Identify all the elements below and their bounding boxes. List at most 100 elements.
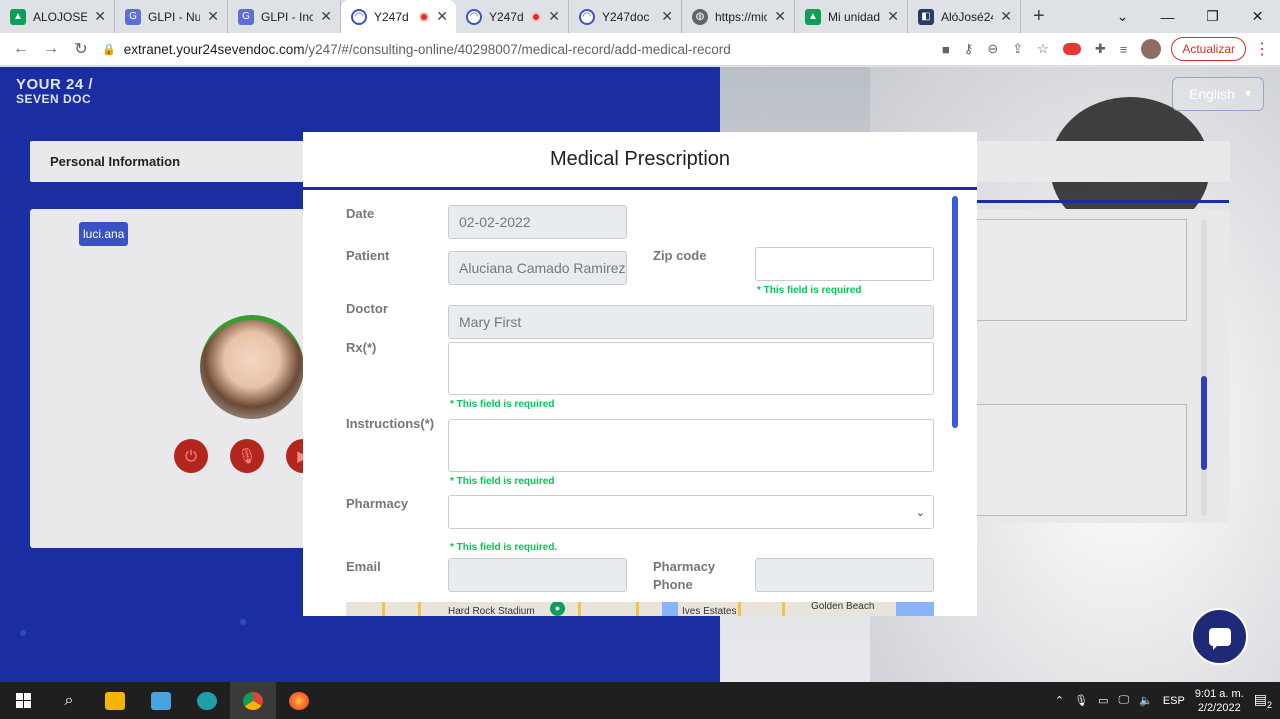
taskview-app-icon[interactable] [138, 682, 184, 719]
browser-tab[interactable]: ▲ Mi unidad ✕ [795, 0, 908, 33]
patient-field[interactable]: Aluciana Camado Ramirez [448, 251, 627, 285]
date-field[interactable]: 02-02-2022 [448, 205, 627, 239]
close-icon[interactable]: ✕ [774, 8, 786, 25]
pharmacy-phone-field[interactable] [755, 558, 934, 592]
alojose-icon: ◧ [918, 8, 934, 25]
rx-textarea[interactable] [448, 342, 934, 395]
chrome-icon[interactable] [230, 682, 276, 719]
language-indicator[interactable]: ESP [1163, 695, 1185, 707]
clock-time: 9:01 a. m. [1194, 687, 1244, 700]
user-tag: luci.ana [79, 222, 129, 246]
glpi-icon: G [238, 8, 254, 25]
browser-tab[interactable]: ▲ ALOJOSE2 ✕ [0, 0, 115, 33]
chevron-up-icon[interactable]: ⌃ [1055, 694, 1064, 707]
key-icon[interactable]: ⚷ [964, 41, 974, 57]
tab-search-icon[interactable]: ⌄ [1100, 8, 1145, 25]
zip-label: Zip code [653, 248, 707, 263]
reload-button[interactable]: ↻ [66, 39, 96, 59]
zoom-icon[interactable]: ⊖ [987, 41, 998, 57]
close-icon[interactable]: ✕ [207, 8, 219, 25]
logo[interactable]: YOUR 24 / SEVEN DOC [16, 77, 93, 107]
back-button[interactable]: ← [6, 40, 36, 58]
recording-icon [531, 11, 542, 22]
instructions-textarea[interactable] [448, 419, 934, 472]
close-icon[interactable]: ✕ [661, 8, 673, 25]
battery-icon[interactable]: ▭ [1098, 694, 1108, 707]
pharmacy-select[interactable]: ⌄ [448, 495, 934, 529]
network-icon[interactable]: 🖵 [1119, 694, 1130, 707]
profile-avatar[interactable] [1141, 39, 1162, 59]
edge-icon[interactable] [184, 682, 230, 719]
window-controls: ⌄ — ❐ ✕ [1100, 0, 1280, 33]
browser-tab-active[interactable]: ◠ Y247d ✕ [341, 0, 456, 33]
video-call-card: luci.ana ⏻ 🎙 ▶ [30, 209, 320, 548]
puzzle-icon[interactable]: ✚ [1095, 41, 1106, 57]
browser-tab[interactable]: G GLPI - Nue ✕ [115, 0, 228, 33]
browser-tab[interactable]: ◠ Y247doc ✕ [569, 0, 682, 33]
url-field[interactable]: 🔒 extranet.your24sevendoc.com/y247/#/con… [102, 42, 942, 57]
bookmark-star-icon[interactable]: ☆ [1037, 41, 1049, 57]
close-icon[interactable]: ✕ [1000, 8, 1012, 25]
instructions-label: Instructions(*) [346, 416, 435, 431]
page-content: YOUR 24 / SEVEN DOC English ▼ Personal I… [0, 67, 1280, 682]
close-icon[interactable]: ✕ [320, 8, 332, 25]
close-icon[interactable]: ✕ [436, 8, 448, 25]
url-host: extranet.your24sevendoc.com [123, 41, 305, 57]
camera-icon[interactable]: ■ [942, 42, 950, 57]
instructions-error: * This field is required [450, 476, 555, 487]
browser-tab-strip: ▲ ALOJOSE2 ✕ G GLPI - Nue ✕ G GLPI - Inc… [0, 0, 1280, 33]
chat-bubble-icon [1208, 627, 1231, 650]
close-window-button[interactable]: ✕ [1235, 8, 1280, 25]
forward-button[interactable]: → [36, 40, 66, 58]
share-icon[interactable]: ⇪ [1012, 41, 1023, 57]
notes-textarea-2[interactable] [975, 404, 1187, 516]
modal-scrollbar-thumb[interactable] [952, 196, 958, 428]
zip-code-input[interactable] [755, 247, 934, 281]
notifications-icon[interactable]: ▤2 [1254, 691, 1272, 710]
lock-icon: 🔒 [102, 43, 116, 56]
new-tab-button[interactable]: + [1033, 5, 1045, 28]
notes-textarea[interactable] [975, 219, 1187, 321]
windows-taskbar: ⌕ ⌃ 🎙 ▭ 🖵 🔈 ESP 9:01 a. m. 2/2/2022 ▤2 [0, 682, 1280, 719]
close-icon[interactable]: ✕ [548, 8, 560, 25]
chevron-down-icon: ⌄ [915, 506, 925, 519]
pharmacy-map[interactable]: Hard Rock Stadium ● Ives Estates Golden … [346, 602, 934, 616]
mute-mic-button[interactable]: 🎙 [230, 439, 264, 473]
doctor-field[interactable]: Mary First [448, 305, 934, 339]
volume-icon[interactable]: 🔈 [1139, 694, 1153, 707]
kebab-menu-icon[interactable]: ⋮ [1254, 39, 1270, 59]
medical-prescription-modal: Medical Prescription Date 02-02-2022 Pat… [303, 132, 977, 616]
language-label: English [1189, 86, 1235, 102]
tab-label: ALOJOSE2 [33, 9, 88, 24]
browser-tab[interactable]: G GLPI - Inci ✕ [228, 0, 341, 33]
scrollbar-track[interactable] [1201, 219, 1207, 516]
browser-tab[interactable]: ◧ AlóJosé24 ✕ [908, 0, 1021, 33]
map-pin-icon[interactable]: ● [550, 602, 565, 616]
search-icon[interactable]: ⌕ [46, 682, 92, 719]
extension-icon[interactable] [1062, 43, 1081, 55]
browser-tab[interactable]: ◍ https://mic ✕ [682, 0, 795, 33]
language-select[interactable]: English ▼ [1172, 77, 1264, 111]
update-button[interactable]: Actualizar [1171, 37, 1246, 61]
media-icon[interactable]: ≡ [1120, 42, 1128, 57]
scrollbar-thumb[interactable] [1201, 376, 1207, 470]
microphone-icon[interactable]: 🎙 [1074, 694, 1088, 707]
chat-button[interactable] [1191, 608, 1248, 665]
file-explorer-icon[interactable] [92, 682, 138, 719]
end-call-button[interactable]: ⏻ [174, 439, 208, 473]
clock[interactable]: 9:01 a. m. 2/2/2022 [1195, 687, 1244, 715]
close-icon[interactable]: ✕ [887, 8, 899, 25]
minimize-button[interactable]: — [1145, 9, 1190, 25]
tab-label: Y247d [374, 9, 409, 24]
map-label: Ives Estates [682, 606, 737, 616]
start-button[interactable] [0, 682, 46, 719]
close-icon[interactable]: ✕ [94, 8, 106, 25]
glpi-icon: G [125, 8, 141, 25]
doctor-avatar [200, 315, 304, 419]
email-field[interactable] [448, 558, 627, 592]
firefox-icon[interactable] [276, 682, 322, 719]
globe-icon: ◍ [692, 8, 708, 25]
google-drive-icon: ▲ [805, 8, 821, 25]
restore-button[interactable]: ❐ [1190, 8, 1235, 25]
browser-tab[interactable]: ◠ Y247d ✕ [456, 0, 569, 33]
